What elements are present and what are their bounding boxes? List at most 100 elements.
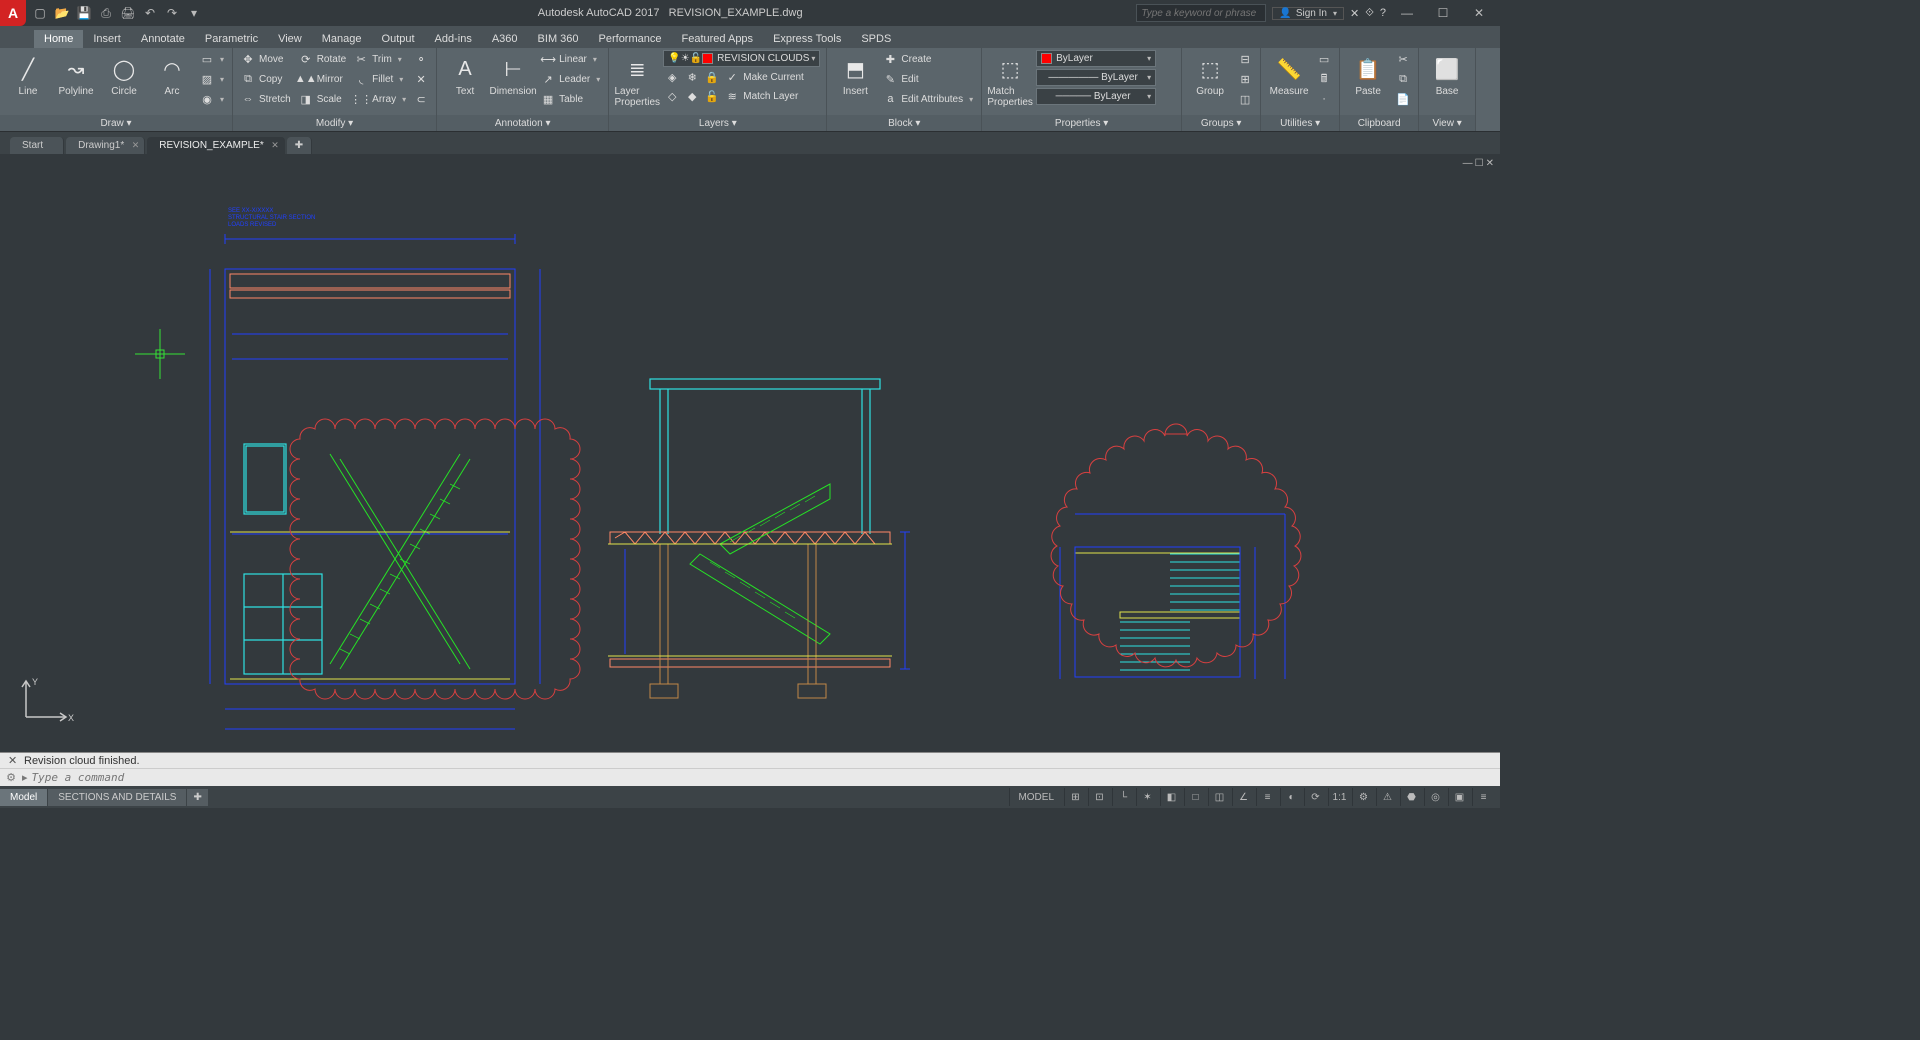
qat-plot-icon[interactable]: 🖨 bbox=[118, 3, 138, 23]
doc-tab-start[interactable]: Start bbox=[10, 137, 64, 154]
doc-tab-revision-example[interactable]: REVISION_EXAMPLE*✕ bbox=[147, 137, 284, 154]
hardware-accel-icon[interactable]: ⬣ bbox=[1400, 788, 1422, 806]
selection-cycling-icon[interactable]: ⟳ bbox=[1304, 788, 1326, 806]
cmd-table[interactable]: ▦Table bbox=[539, 90, 602, 108]
3dosnap-icon[interactable]: ◫ bbox=[1208, 788, 1230, 806]
qat-new-icon[interactable]: ▢ bbox=[30, 3, 50, 23]
draw-extra-3[interactable]: ◉▾ bbox=[198, 90, 226, 108]
cmd-block-create[interactable]: ✚Create bbox=[881, 50, 975, 68]
cmd-polyline[interactable]: ↝Polyline bbox=[54, 50, 98, 97]
panel-title-draw[interactable]: Draw ▾ bbox=[0, 115, 232, 131]
group-extra-1[interactable]: ⊟ bbox=[1236, 50, 1254, 68]
cmd-stretch[interactable]: ⇔Stretch bbox=[239, 90, 293, 108]
cmd-fillet[interactable]: ◟Fillet▾ bbox=[352, 70, 408, 88]
linetype-dropdown[interactable]: ───── ByLayer▾ bbox=[1036, 88, 1156, 105]
help-search-input[interactable] bbox=[1136, 4, 1266, 22]
panel-title-view[interactable]: View ▾ bbox=[1419, 115, 1475, 131]
close-history-icon[interactable]: ✕ bbox=[8, 754, 20, 767]
sign-in-button[interactable]: 👤 Sign In ▾ bbox=[1272, 7, 1344, 20]
cmd-mirror[interactable]: ▲▲Mirror bbox=[297, 70, 348, 88]
cmd-block-edit[interactable]: ✎Edit bbox=[881, 70, 975, 88]
annotation-scale-icon[interactable]: 1:1 bbox=[1328, 788, 1350, 806]
panel-title-properties[interactable]: Properties ▾ bbox=[982, 115, 1181, 131]
util-extra-2[interactable]: 🖩 bbox=[1315, 70, 1333, 88]
clip-copy[interactable]: ⧉ bbox=[1394, 70, 1412, 88]
tab-addins[interactable]: Add-ins bbox=[425, 30, 482, 48]
annotation-monitor-icon[interactable]: ⚠ bbox=[1376, 788, 1398, 806]
tab-annotate[interactable]: Annotate bbox=[131, 30, 195, 48]
layer-freeze[interactable]: ❄ bbox=[683, 68, 701, 86]
minimize-button[interactable]: — bbox=[1392, 3, 1422, 23]
transparency-icon[interactable]: ◐ bbox=[1280, 788, 1302, 806]
close-button[interactable]: ✕ bbox=[1464, 3, 1494, 23]
layer-dropdown[interactable]: 💡☀🔓REVISION CLOUDS ▾ bbox=[663, 50, 820, 67]
tab-manage[interactable]: Manage bbox=[312, 30, 372, 48]
cmd-arc[interactable]: ◠Arc bbox=[150, 50, 194, 97]
doc-tab-drawing1[interactable]: Drawing1*✕ bbox=[66, 137, 145, 154]
modify-extra-3[interactable]: ⊂ bbox=[412, 90, 430, 108]
cmd-layer-properties[interactable]: ≣LayerProperties bbox=[615, 50, 659, 108]
panel-title-clipboard[interactable]: Clipboard bbox=[1340, 115, 1418, 131]
cmd-array[interactable]: ⋮⋮Array▾ bbox=[352, 90, 408, 108]
group-extra-2[interactable]: ⊞ bbox=[1236, 70, 1254, 88]
tab-parametric[interactable]: Parametric bbox=[195, 30, 268, 48]
workspace-icon[interactable]: ⚙ bbox=[1352, 788, 1374, 806]
cmd-match-properties[interactable]: ⬚MatchProperties bbox=[988, 50, 1032, 108]
qat-saveas-icon[interactable]: ⎙ bbox=[96, 3, 116, 23]
group-extra-3[interactable]: ◫ bbox=[1236, 90, 1254, 108]
qat-save-icon[interactable]: 💾 bbox=[74, 3, 94, 23]
draw-extra-1[interactable]: ▭▾ bbox=[198, 50, 226, 68]
close-icon[interactable]: ✕ bbox=[132, 140, 140, 151]
panel-title-layers[interactable]: Layers ▾ bbox=[609, 115, 826, 131]
panel-title-utilities[interactable]: Utilities ▾ bbox=[1261, 115, 1339, 131]
cmd-trim[interactable]: ✂Trim▾ bbox=[352, 50, 408, 68]
osnap-toggle-icon[interactable]: □ bbox=[1184, 788, 1206, 806]
qat-dropdown-icon[interactable]: ▾ bbox=[184, 3, 204, 23]
polar-toggle-icon[interactable]: ✶ bbox=[1136, 788, 1158, 806]
tab-insert[interactable]: Insert bbox=[83, 30, 131, 48]
cmd-insert[interactable]: ⬒Insert bbox=[833, 50, 877, 97]
cmd-match-layer[interactable]: ≋Match Layer bbox=[723, 87, 800, 105]
cmd-measure[interactable]: 📏Measure bbox=[1267, 50, 1311, 97]
cmd-line[interactable]: ╱Line bbox=[6, 50, 50, 97]
otrack-icon[interactable]: ∠ bbox=[1232, 788, 1254, 806]
cmd-make-current[interactable]: ✓Make Current bbox=[723, 68, 806, 86]
tab-spds[interactable]: SPDS bbox=[851, 30, 901, 48]
qat-redo-icon[interactable]: ↷ bbox=[162, 3, 182, 23]
exchange-apps-icon[interactable]: ✕ bbox=[1350, 7, 1359, 20]
cmd-text[interactable]: AText bbox=[443, 50, 487, 97]
stay-connected-icon[interactable]: ⟐ bbox=[1365, 7, 1374, 20]
modify-extra-2[interactable]: ✕ bbox=[412, 70, 430, 88]
cmd-group[interactable]: ⬚Group bbox=[1188, 50, 1232, 97]
close-icon[interactable]: ✕ bbox=[271, 140, 279, 151]
panel-title-groups[interactable]: Groups ▾ bbox=[1182, 115, 1260, 131]
cmd-leader[interactable]: ↗Leader▾ bbox=[539, 70, 602, 88]
tab-output[interactable]: Output bbox=[372, 30, 425, 48]
model-space-button[interactable]: MODEL bbox=[1009, 788, 1062, 806]
help-icon[interactable]: ? bbox=[1380, 7, 1386, 19]
layer-iso[interactable]: ◈ bbox=[663, 68, 681, 86]
color-dropdown[interactable]: ByLayer▾ bbox=[1036, 50, 1156, 67]
layer-on[interactable]: ◆ bbox=[683, 87, 701, 105]
modify-extra-1[interactable]: ⚬ bbox=[412, 50, 430, 68]
command-line[interactable]: ⚙ ▸ bbox=[0, 768, 1500, 786]
lineweight-dropdown[interactable]: ――――― ByLayer▾ bbox=[1036, 69, 1156, 86]
clip-cut[interactable]: ✂ bbox=[1394, 50, 1412, 68]
maximize-button[interactable]: ☐ bbox=[1428, 3, 1458, 23]
layer-unlock[interactable]: 🔓 bbox=[703, 87, 721, 105]
layout-tab-model[interactable]: Model bbox=[0, 789, 47, 806]
cmd-copy[interactable]: ⧉Copy bbox=[239, 70, 293, 88]
util-extra-3[interactable]: · bbox=[1315, 90, 1333, 108]
lineweight-icon[interactable]: ≡ bbox=[1256, 788, 1278, 806]
layout-tab-sections[interactable]: SECTIONS AND DETAILS bbox=[48, 789, 186, 806]
panel-title-modify[interactable]: Modify ▾ bbox=[233, 115, 436, 131]
tab-bim360[interactable]: BIM 360 bbox=[528, 30, 589, 48]
doc-tab-new[interactable]: ✚ bbox=[287, 137, 312, 154]
clip-copybase[interactable]: 📄 bbox=[1394, 90, 1412, 108]
ortho-toggle-icon[interactable]: └ bbox=[1112, 788, 1134, 806]
panel-title-annotation[interactable]: Annotation ▾ bbox=[437, 115, 608, 131]
tab-a360[interactable]: A360 bbox=[482, 30, 528, 48]
isolate-objects-icon[interactable]: ◎ bbox=[1424, 788, 1446, 806]
snap-toggle-icon[interactable]: ⊡ bbox=[1088, 788, 1110, 806]
draw-extra-2[interactable]: ▨▾ bbox=[198, 70, 226, 88]
